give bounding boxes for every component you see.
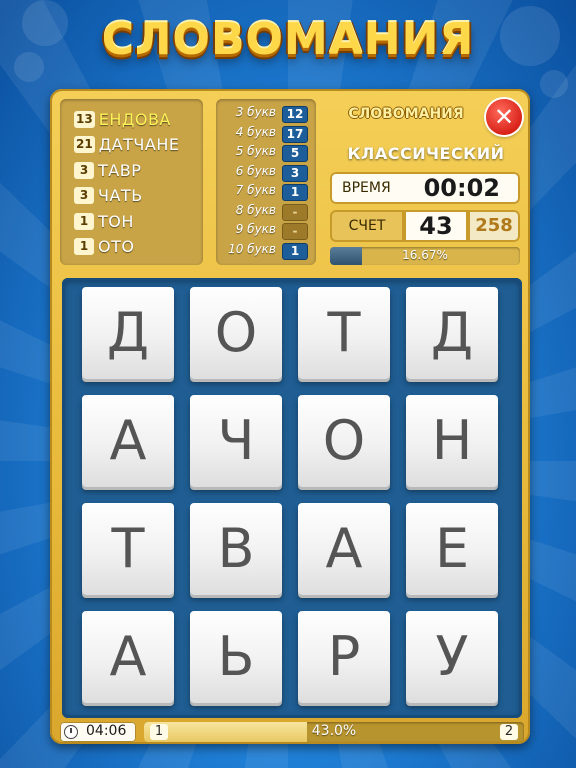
game-logo: СЛОВОМАНИЯ	[101, 14, 475, 65]
letter-stat-row: 8 букв -	[216, 203, 312, 221]
background-bubble	[540, 70, 568, 98]
time-value: 00:02	[423, 174, 500, 202]
letter-stat-label: 4 букв	[235, 124, 276, 139]
letter-tile[interactable]: Д	[406, 287, 498, 379]
time-box: ВРЕМЯ 00:02	[330, 172, 520, 204]
letter-stat-row: 9 букв -	[216, 222, 312, 240]
round-timer: 04:06	[60, 722, 136, 742]
letter-stat-value: 5	[282, 145, 308, 162]
letter-tile[interactable]: В	[190, 503, 282, 595]
letter-tile[interactable]: У	[406, 611, 498, 703]
mini-logo: СЛОВОМАНИЯ	[348, 106, 464, 122]
letter-stat-value: 17	[282, 125, 308, 143]
letter-stat-value: -	[282, 203, 308, 221]
letter-stat-row: 5 букв 5	[216, 144, 312, 162]
found-word-count: 1	[74, 212, 94, 230]
found-word-count: 21	[74, 136, 95, 153]
letter-stat-value: 1	[282, 242, 308, 260]
time-label: ВРЕМЯ	[342, 180, 391, 196]
letter-stat-row: 6 букв 3	[216, 164, 312, 182]
letter-tile[interactable]: Р	[298, 611, 390, 703]
close-icon: ✕	[493, 103, 515, 131]
letter-tile[interactable]: Т	[82, 503, 174, 595]
found-word-text: ТОН	[98, 211, 134, 231]
found-word-text: ТАВР	[98, 160, 142, 180]
letter-stat-row: 10 букв 1	[216, 242, 312, 260]
close-button[interactable]: ✕	[486, 99, 522, 135]
letter-tile[interactable]: Ь	[190, 611, 282, 703]
found-word-text: ЧАТЬ	[98, 186, 143, 205]
letter-stat-label: 5 букв	[235, 144, 276, 158]
found-word-item: 21 ДАТЧАНЕ	[74, 134, 179, 156]
letter-tile[interactable]: А	[82, 611, 174, 703]
letter-stats-list: 3 букв 12 4 букв 17 5 букв 5 6 букв 3 7 букв 1 8 б…	[216, 99, 316, 265]
level-progress-bar: 43.0%	[144, 722, 524, 742]
letter-stat-value: 3	[282, 164, 308, 182]
letter-stat-row: 7 букв 1	[216, 183, 312, 201]
letter-board: ДОТДАЧОНТВАЕАЬРУ	[62, 278, 522, 718]
letter-stat-label: 3 букв	[235, 105, 276, 119]
found-word-count: 3	[74, 161, 94, 179]
letter-tile[interactable]: О	[190, 287, 282, 379]
letter-stat-label: 9 букв	[235, 222, 276, 236]
letter-tile[interactable]: Е	[406, 503, 498, 595]
score-max: 258	[468, 210, 520, 242]
found-word-text: ЕНДОВА	[98, 109, 171, 129]
letter-tile[interactable]: А	[82, 395, 174, 487]
found-word-count: 13	[74, 110, 95, 128]
letter-stat-row: 4 букв 17	[216, 125, 312, 143]
letter-tile[interactable]: А	[298, 503, 390, 595]
letter-tile[interactable]: О	[298, 395, 390, 487]
level-current: 1	[150, 724, 168, 740]
score-label: СЧЕТ	[330, 210, 404, 242]
found-word-item: 1 ТОН	[74, 210, 134, 232]
letter-stat-row: 3 букв 12	[216, 105, 312, 123]
found-word-item: 3 ТАВР	[74, 159, 141, 181]
found-word-count: 3	[74, 187, 94, 204]
letter-stat-label: 10 букв	[228, 241, 276, 256]
letter-tile[interactable]: Д	[82, 287, 174, 379]
letter-stat-value: -	[282, 223, 308, 240]
found-word-item: 13 ЕНДОВА	[74, 108, 171, 130]
found-words-list: 13 ЕНДОВА 21 ДАТЧАНЕ 3 ТАВР 3 ЧАТЬ 1 ТОН 1 ОТО	[60, 99, 203, 265]
game-mode: КЛАССИЧЕСКИЙ	[347, 144, 505, 163]
clock-icon	[64, 725, 78, 739]
letter-stat-value: 1	[282, 184, 308, 201]
letter-stat-value: 12	[282, 106, 308, 123]
letter-tile[interactable]: Н	[406, 395, 498, 487]
found-word-item: 3 ЧАТЬ	[74, 185, 143, 207]
found-word-text: ДАТЧАНЕ	[98, 135, 180, 154]
level-progress-text: 43.0%	[311, 723, 357, 739]
found-word-count: 1	[74, 238, 94, 255]
round-timer-value: 04:06	[86, 723, 127, 739]
progress-bar: 16.67%	[330, 247, 520, 265]
letter-stat-label: 8 букв	[235, 202, 276, 217]
found-word-text: ОТО	[98, 237, 135, 256]
score-value: 43	[404, 210, 468, 242]
found-word-item: 1 ОТО	[74, 236, 134, 258]
letter-tile[interactable]: Т	[298, 287, 390, 379]
level-next: 2	[500, 724, 518, 740]
progress-text: 16.67%	[402, 248, 448, 262]
letter-stat-label: 7 букв	[235, 183, 276, 197]
letter-tile[interactable]: Ч	[190, 395, 282, 487]
letter-stat-label: 6 букв	[235, 163, 276, 178]
